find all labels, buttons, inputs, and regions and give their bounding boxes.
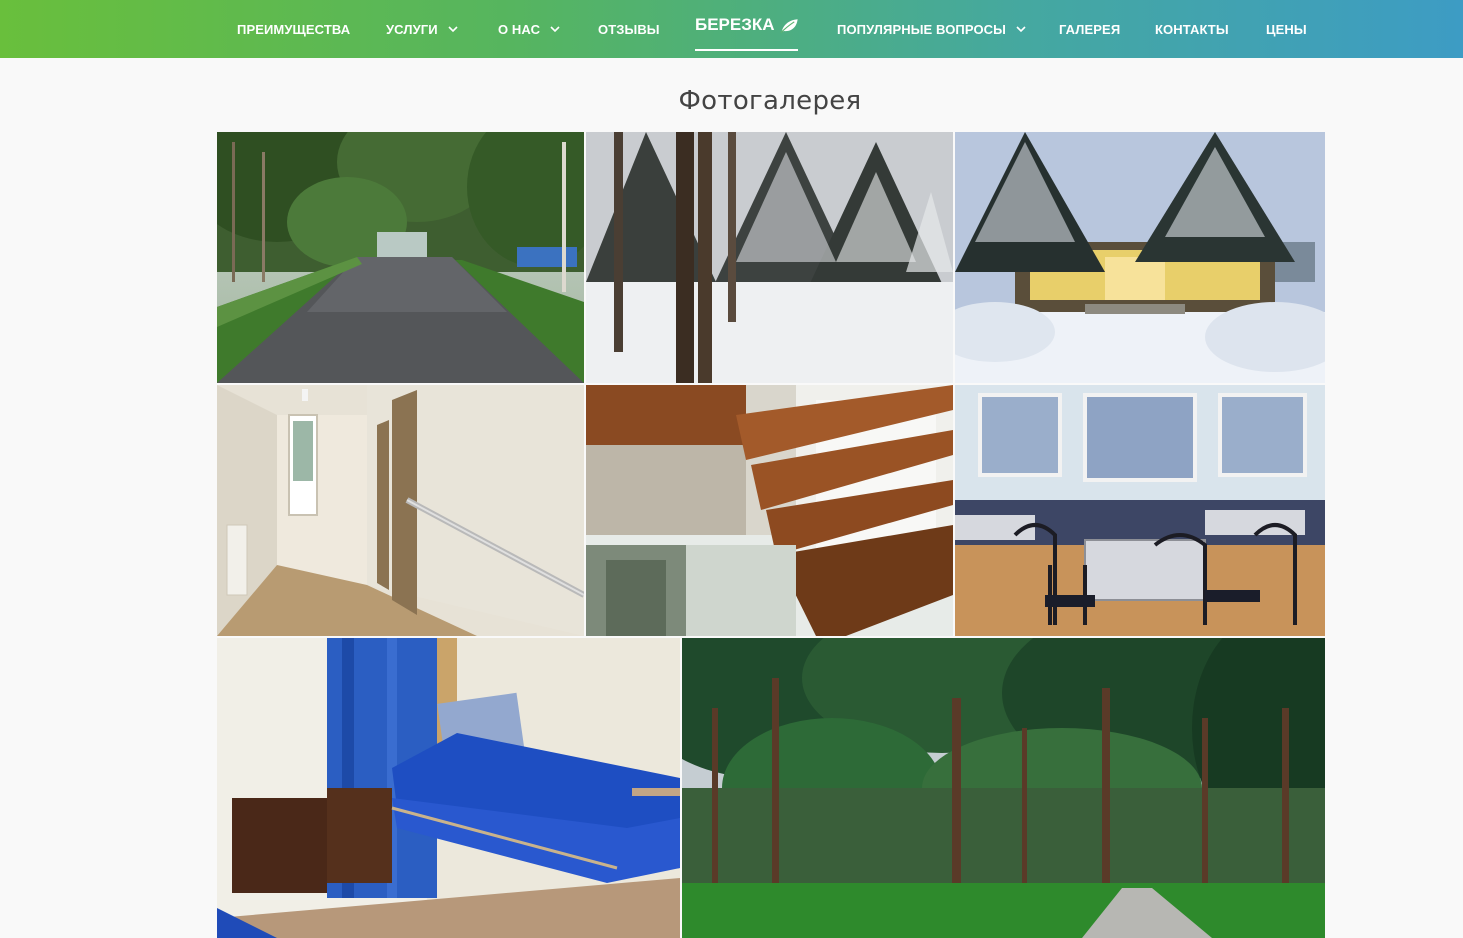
nav-item-reviews[interactable]: ОТЗЫВЫ [598, 0, 660, 58]
nav-item-label: ЦЕНЫ [1266, 21, 1307, 37]
nav-item-label: ПРЕИМУЩЕСТВА [237, 21, 351, 37]
nav-item-advantages[interactable]: ПРЕИМУЩЕСТВА [237, 0, 350, 58]
nav-item-about[interactable]: О НАС [498, 0, 561, 58]
nav-item-label: ГАЛЕРЕЯ [1059, 21, 1121, 37]
photo-corridor [217, 385, 584, 636]
photo-bedroom [217, 638, 680, 938]
leaf-icon [779, 19, 798, 34]
gallery-photo-bedroom[interactable] [217, 638, 680, 938]
gallery-photo-staircase[interactable] [586, 385, 953, 636]
nav-item-label: ОТЗЫВЫ [598, 21, 660, 37]
photo-staircase [586, 385, 953, 636]
brand-logo-link[interactable]: БЕРЕЗКА [695, 15, 798, 51]
nav-item-label: ПОПУЛЯРНЫЕ ВОПРОСЫ [837, 21, 1006, 37]
nav-item-faq[interactable]: ПОПУЛЯРНЫЕ ВОПРОСЫ [837, 0, 1027, 58]
nav-item-prices[interactable]: ЦЕНЫ [1266, 0, 1307, 58]
nav-item-gallery[interactable]: ГАЛЕРЕЯ [1059, 0, 1120, 58]
photo-winter-building [955, 132, 1325, 383]
nav-menu: ПРЕИМУЩЕСТВА УСЛУГИ О НАС ОТЗЫВЫ БЕРЕЗКА… [0, 0, 1463, 58]
nav-item-services[interactable]: УСЛУГИ [386, 0, 459, 58]
gallery-photo-pine-forest[interactable] [682, 638, 1325, 938]
nav-item-label: О НАС [498, 21, 541, 37]
chevron-down-icon [1016, 26, 1026, 33]
brand-name: БЕРЕЗКА [695, 15, 775, 34]
chevron-down-icon [448, 26, 458, 33]
photo-dining-hall [955, 385, 1325, 636]
gallery-photo-corridor[interactable] [217, 385, 584, 636]
nav-item-label: УСЛУГИ [386, 21, 438, 37]
gallery-photo-summer-alley[interactable] [217, 132, 584, 383]
top-navigation-bar: ПРЕИМУЩЕСТВА УСЛУГИ О НАС ОТЗЫВЫ БЕРЕЗКА… [0, 0, 1463, 58]
chevron-down-icon [550, 26, 560, 33]
gallery-photo-winter-building[interactable] [955, 132, 1325, 383]
nav-item-contacts[interactable]: КОНТАКТЫ [1155, 0, 1229, 58]
photo-winter-forest [586, 132, 953, 383]
gallery-photo-dining-hall[interactable] [955, 385, 1325, 636]
photo-summer-alley [217, 132, 584, 383]
gallery-photo-winter-forest[interactable] [586, 132, 953, 383]
photo-pine-forest [682, 638, 1325, 938]
nav-item-label: КОНТАКТЫ [1155, 21, 1229, 37]
page-title: Фотогалерея [678, 86, 862, 116]
